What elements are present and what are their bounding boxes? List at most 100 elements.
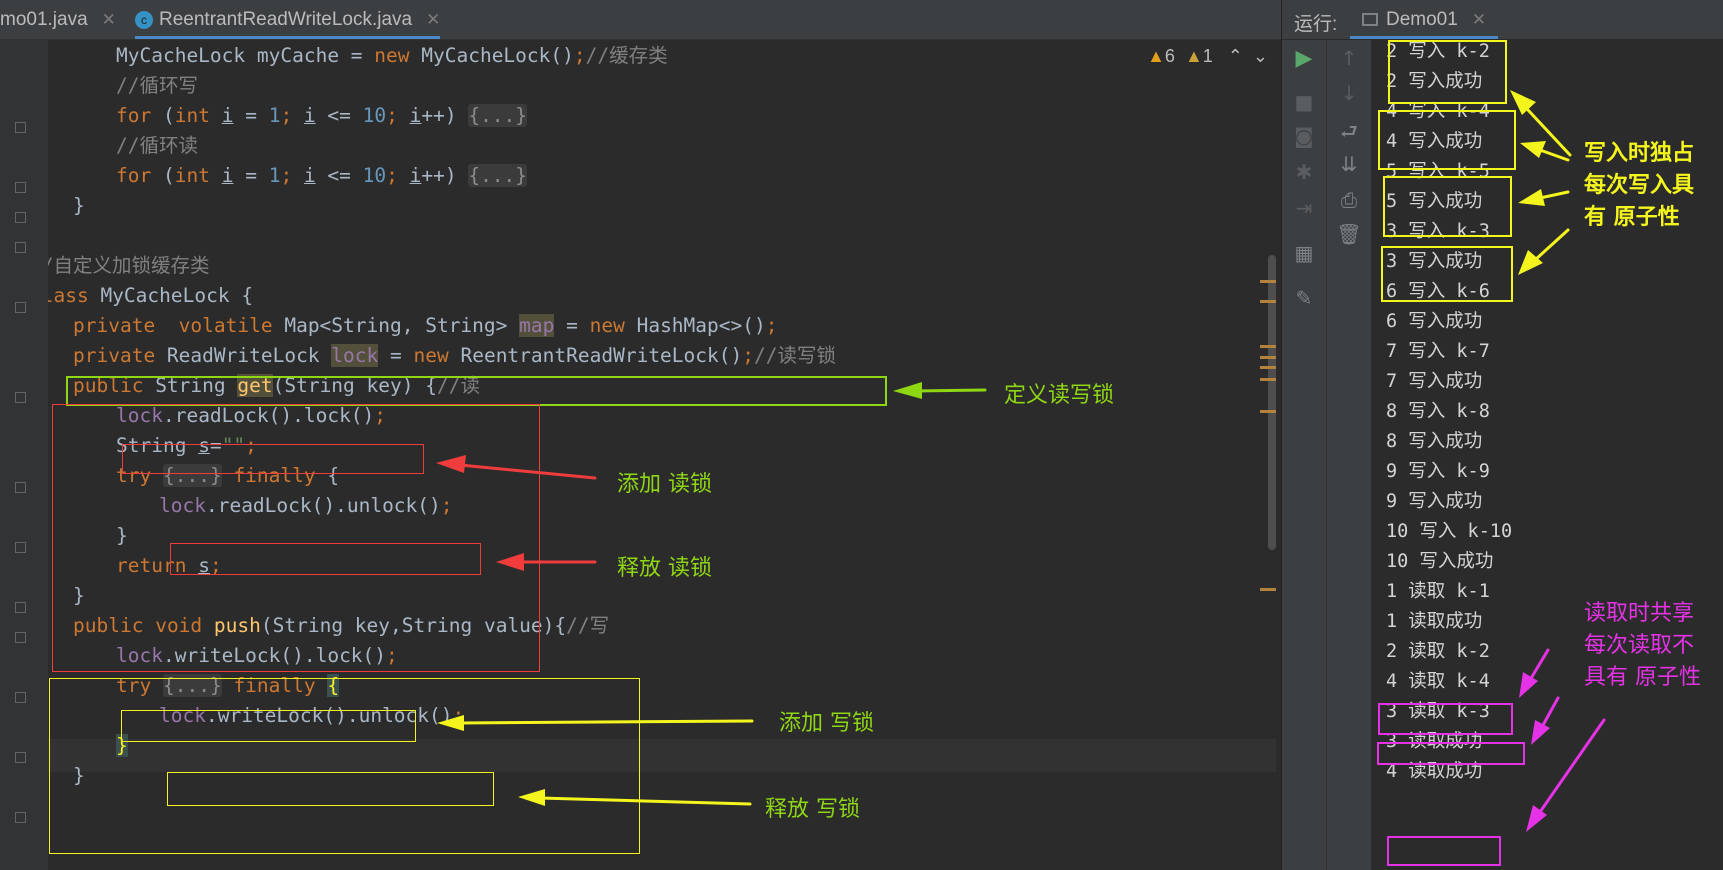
code-line: //循环写 [116,74,198,97]
console-line: 7 写入成功 [1386,371,1483,392]
line-gutter [0,40,48,870]
weak-warning-icon: ▲ [1184,46,1203,66]
console-icon [1362,13,1378,27]
arrow-down-icon[interactable]: ↓ [1327,81,1371,105]
close-icon[interactable]: ✕ [1472,10,1486,29]
chevron-up-icon[interactable]: ⌃ [1228,46,1243,66]
run-toolbar-left: ▶ ■ ◙ ✱ ⇥ ▦ ✎ [1282,40,1326,870]
annotation-define-lock: 定义读写锁 [1004,383,1115,408]
warning-icon: ▲ [1147,46,1165,66]
write-group-box [1381,246,1513,302]
console-line: 10 写入 k-10 [1386,521,1513,542]
editor-tab-bar: mo01.java ✕ c ReentrantReadWriteLock.java ✕ [0,0,1281,40]
layout-icon[interactable]: ▦ [1282,241,1326,265]
arrow-up-icon[interactable]: ↑ [1327,46,1371,70]
write-unlock-box [167,772,494,806]
read-group-box [1387,836,1501,866]
tab-label: ReentrantReadWriteLock.java [159,9,413,30]
fold-icon[interactable] [15,302,26,313]
code-line: //循环读 [116,134,198,157]
error-stripe-mark [1260,366,1276,369]
code-line: for (int i = 1; i <= 10; i++) {...} [116,104,528,127]
tab-demo01[interactable]: mo01.java ✕ [0,0,116,39]
pin-icon[interactable]: ✎ [1282,286,1326,310]
fold-icon[interactable] [15,542,26,553]
code-line: } [73,194,85,217]
console-line: 4 读取 k-4 [1386,671,1490,692]
fold-icon[interactable] [15,752,26,763]
write-group-box [1388,40,1507,104]
read-group-box [1377,742,1525,765]
soft-wrap-icon[interactable]: ⮐ [1327,117,1371,151]
annotation-release-read: 释放 读锁 [617,556,712,581]
close-icon[interactable]: ✕ [426,10,440,29]
fold-icon[interactable] [15,122,26,133]
close-icon[interactable]: ✕ [102,10,116,29]
fold-icon[interactable] [15,692,26,703]
camera-icon[interactable]: ◙ [1282,124,1326,148]
error-stripe-mark [1260,410,1276,413]
weak-warning-count: 1 [1202,46,1213,66]
console-line: 8 写入 k-8 [1386,401,1490,422]
rerun-icon[interactable]: ▶ [1282,46,1326,71]
console-line: 8 写入成功 [1386,431,1483,452]
read-group-box [1378,703,1513,735]
console-line: 1 读取成功 [1386,611,1483,632]
console-line: 1 读取 k-1 [1386,581,1490,602]
console-line: 7 写入 k-7 [1386,341,1490,362]
annotation-read-note: 读取时共享 每次读取不 具有 原子性 [1584,601,1701,690]
annotation-add-read: 添加 读锁 [617,472,712,497]
print-icon[interactable]: ⎙ [1327,188,1371,212]
write-group-box [1383,176,1512,237]
console-line: 9 写入 k-9 [1386,461,1490,482]
debug-icon[interactable]: ✱ [1282,160,1326,184]
annotation-add-write: 添加 写锁 [779,711,874,736]
annotation-write-note: 写入时独占 每次写入具 有 原子性 [1584,141,1695,230]
code-line: for (int i = 1; i <= 10; i++) {...} [116,164,528,187]
annotation-release-write: 释放 写锁 [765,797,860,822]
c-class-icon: c [135,10,153,29]
stop-icon[interactable]: ■ [1282,90,1326,114]
error-stripe-mark [1260,588,1276,591]
console-line: 9 写入成功 [1386,491,1483,512]
error-stripe-mark [1260,345,1276,348]
error-stripe-mark [1260,300,1276,303]
inspection-widget[interactable]: ▲6 ▲1 ⌃ ⌄ [1147,46,1268,67]
lock-field-highlight-box [66,376,887,406]
error-stripe-mark [1260,280,1276,283]
console-line: 2 读取 k-2 [1386,641,1490,662]
fold-icon[interactable] [15,812,26,823]
chevron-down-icon[interactable]: ⌄ [1253,46,1268,66]
fold-icon[interactable] [15,602,26,613]
run-toolbar-right: ↑ ↓ ⮐ ⇊ ⎙ 🗑 [1326,40,1371,870]
trash-icon[interactable]: 🗑 [1327,222,1371,246]
code-line: MyCacheLock myCache = new MyCacheLock();… [116,44,668,67]
scroll-to-end-icon[interactable]: ⇊ [1327,152,1371,176]
error-stripe-mark [1260,378,1276,381]
write-group-box [1378,110,1516,170]
console-line: 6 写入成功 [1386,311,1483,332]
fold-icon[interactable] [15,242,26,253]
push-method-box [49,678,640,854]
tab-label: mo01.java [0,9,88,30]
fold-icon[interactable] [15,482,26,493]
code-line: private volatile Map<String, String> map… [73,314,778,337]
fold-icon[interactable] [15,182,26,193]
code-line: //自定义加锁缓存类 [48,254,210,277]
fold-icon[interactable] [15,212,26,223]
exit-icon[interactable]: ⇥ [1282,196,1326,220]
fold-icon[interactable] [15,632,26,643]
code-line: class MyCacheLock { [48,284,254,307]
tab-reentrantreadwritelock[interactable]: c ReentrantReadWriteLock.java ✕ [135,0,441,39]
code-line: private ReadWriteLock lock = new Reentra… [73,344,836,367]
run-tab-label: Demo01 [1386,9,1458,30]
read-lock-box [122,444,424,474]
tab-demo01-run[interactable]: Demo01 ✕ [1350,0,1499,39]
warning-count: 6 [1164,46,1175,66]
fold-icon[interactable] [15,392,26,403]
write-lock-box [121,710,416,742]
console-line: 10 写入成功 [1386,551,1494,572]
error-stripe-mark [1260,356,1276,359]
run-header: 运行: Demo01 ✕ [1282,0,1723,39]
run-label: 运行: [1294,14,1338,35]
